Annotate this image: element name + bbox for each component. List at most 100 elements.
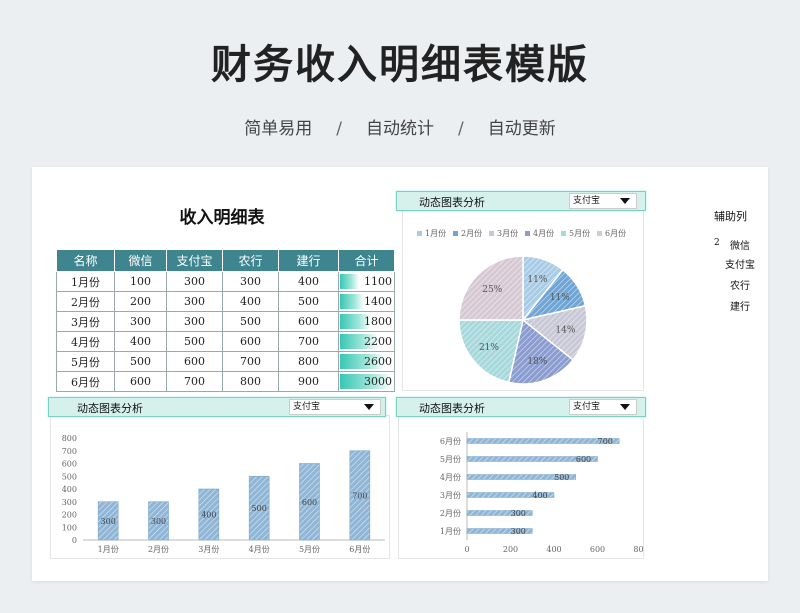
aux-item-abc[interactable]: 农行: [730, 277, 750, 292]
pie-data-label: 18%: [527, 357, 547, 367]
value-cell[interactable]: 600: [278, 311, 339, 332]
chevron-down-icon[interactable]: [620, 404, 630, 410]
value-cell[interactable]: 600: [114, 371, 167, 392]
legend-label: 2月份: [461, 228, 482, 238]
total-cell[interactable]: 1100: [338, 271, 395, 292]
y-tick-label: 2月份: [440, 508, 461, 518]
value-cell[interactable]: 400: [278, 271, 339, 292]
col-header-alipay[interactable]: 支付宝: [166, 249, 223, 272]
col-header-total[interactable]: 合计: [338, 249, 395, 272]
total-value: 1400: [364, 295, 392, 308]
value-cell[interactable]: 900: [278, 371, 339, 392]
total-value: 2600: [364, 355, 392, 368]
total-cell[interactable]: 3000: [338, 371, 395, 392]
y-tick-label: 600: [62, 460, 77, 469]
select-value: 支付宝: [573, 196, 601, 206]
row-label-cell[interactable]: 1月份: [56, 271, 115, 292]
y-tick-label: 6月份: [440, 436, 461, 446]
col-header-wechat[interactable]: 微信: [114, 249, 167, 272]
x-tick-label: 0: [464, 545, 469, 554]
bar-data-label: 300: [511, 509, 526, 518]
bar-data-label: 700: [352, 491, 367, 500]
value-cell[interactable]: 300: [114, 311, 167, 332]
panel-banner-hbar: 动态图表分析 支付宝: [396, 397, 646, 417]
y-tick-label: 700: [62, 447, 77, 456]
row-label-cell[interactable]: 4月份: [56, 331, 115, 352]
spreadsheet: 收入明细表 名称 微信 支付宝 农行 建行 合计 1月份 100 300 300 400…: [32, 167, 768, 581]
value-cell[interactable]: 600: [166, 351, 223, 372]
legend-swatch: [525, 231, 530, 236]
total-cell[interactable]: 1400: [338, 291, 395, 312]
aux-item-wechat[interactable]: 微信: [730, 237, 750, 252]
series-select-column[interactable]: 支付宝: [289, 399, 381, 415]
value-cell[interactable]: 100: [114, 271, 167, 292]
col-header-ccb[interactable]: 建行: [278, 249, 339, 272]
panel-label: 动态图表分析: [419, 196, 485, 209]
x-tick-label: 200: [503, 545, 518, 554]
legend-swatch: [453, 231, 458, 236]
value-cell[interactable]: 300: [222, 271, 279, 292]
bar-data-label: 600: [576, 455, 591, 464]
value-cell[interactable]: 500: [278, 291, 339, 312]
value-cell[interactable]: 800: [222, 371, 279, 392]
y-tick-label: 0: [72, 536, 77, 545]
value-cell[interactable]: 400: [114, 331, 167, 352]
y-tick-label: 400: [62, 485, 77, 494]
x-tick-label: 600: [590, 545, 605, 554]
table-row: 5月份 500 600 700 800 2600: [56, 351, 395, 372]
select-value: 支付宝: [293, 402, 321, 412]
legend-label: 3月份: [497, 228, 518, 238]
total-cell[interactable]: 2600: [338, 351, 395, 372]
income-table: 名称 微信 支付宝 农行 建行 合计 1月份 100 300 300 400 1100 2月…: [56, 249, 395, 392]
value-cell[interactable]: 700: [222, 351, 279, 372]
bar-data-label: 500: [252, 504, 267, 513]
value-cell[interactable]: 400: [222, 291, 279, 312]
x-tick-label: 400: [546, 545, 561, 554]
value-cell[interactable]: 500: [114, 351, 167, 372]
value-cell[interactable]: 300: [166, 311, 223, 332]
x-tick-label: 6月份: [349, 544, 370, 554]
chevron-down-icon[interactable]: [364, 404, 374, 410]
series-select-hbar[interactable]: 支付宝: [569, 399, 637, 415]
pie-data-label: 11%: [550, 293, 570, 303]
value-cell[interactable]: 700: [278, 331, 339, 352]
value-cell[interactable]: 300: [166, 291, 223, 312]
value-cell[interactable]: 600: [222, 331, 279, 352]
y-tick-label: 500: [62, 472, 77, 481]
table-row: 2月份 200 300 400 500 1400: [56, 291, 395, 312]
aux-item-ccb[interactable]: 建行: [730, 298, 750, 313]
legend-label: 5月份: [569, 228, 590, 238]
aux-item-alipay[interactable]: 支付宝: [725, 256, 755, 271]
pie-data-label: 11%: [527, 275, 547, 285]
chevron-down-icon[interactable]: [620, 198, 630, 204]
total-cell[interactable]: 1800: [338, 311, 395, 332]
value-cell[interactable]: 300: [166, 271, 223, 292]
select-value: 支付宝: [573, 402, 601, 412]
value-cell[interactable]: 200: [114, 291, 167, 312]
row-label-cell[interactable]: 2月份: [56, 291, 115, 312]
col-header-name[interactable]: 名称: [56, 249, 115, 272]
row-label-cell[interactable]: 5月份: [56, 351, 115, 372]
bar-data-label: 300: [101, 517, 116, 526]
value-cell[interactable]: 800: [278, 351, 339, 372]
series-select-pie[interactable]: 支付宝: [569, 193, 637, 209]
table-row: 3月份 300 300 500 600 1800: [56, 311, 395, 332]
col-header-abc[interactable]: 农行: [222, 249, 279, 272]
y-tick-label: 5月份: [440, 454, 461, 464]
y-tick-label: 4月份: [440, 472, 461, 482]
data-bar: [340, 294, 365, 309]
separator: /: [336, 119, 342, 139]
pie-data-label: 25%: [482, 285, 502, 295]
aux-index[interactable]: 2: [714, 238, 720, 248]
value-cell[interactable]: 500: [166, 331, 223, 352]
row-label-cell[interactable]: 3月份: [56, 311, 115, 332]
panel-banner-column: 动态图表分析 支付宝: [48, 397, 386, 417]
legend-label: 4月份: [533, 228, 554, 238]
bar: [466, 438, 620, 444]
value-cell[interactable]: 500: [222, 311, 279, 332]
total-cell[interactable]: 2200: [338, 331, 395, 352]
pie-data-label: 14%: [555, 326, 575, 336]
legend-swatch: [489, 231, 494, 236]
value-cell[interactable]: 700: [166, 371, 223, 392]
row-label-cell[interactable]: 6月份: [56, 371, 115, 392]
